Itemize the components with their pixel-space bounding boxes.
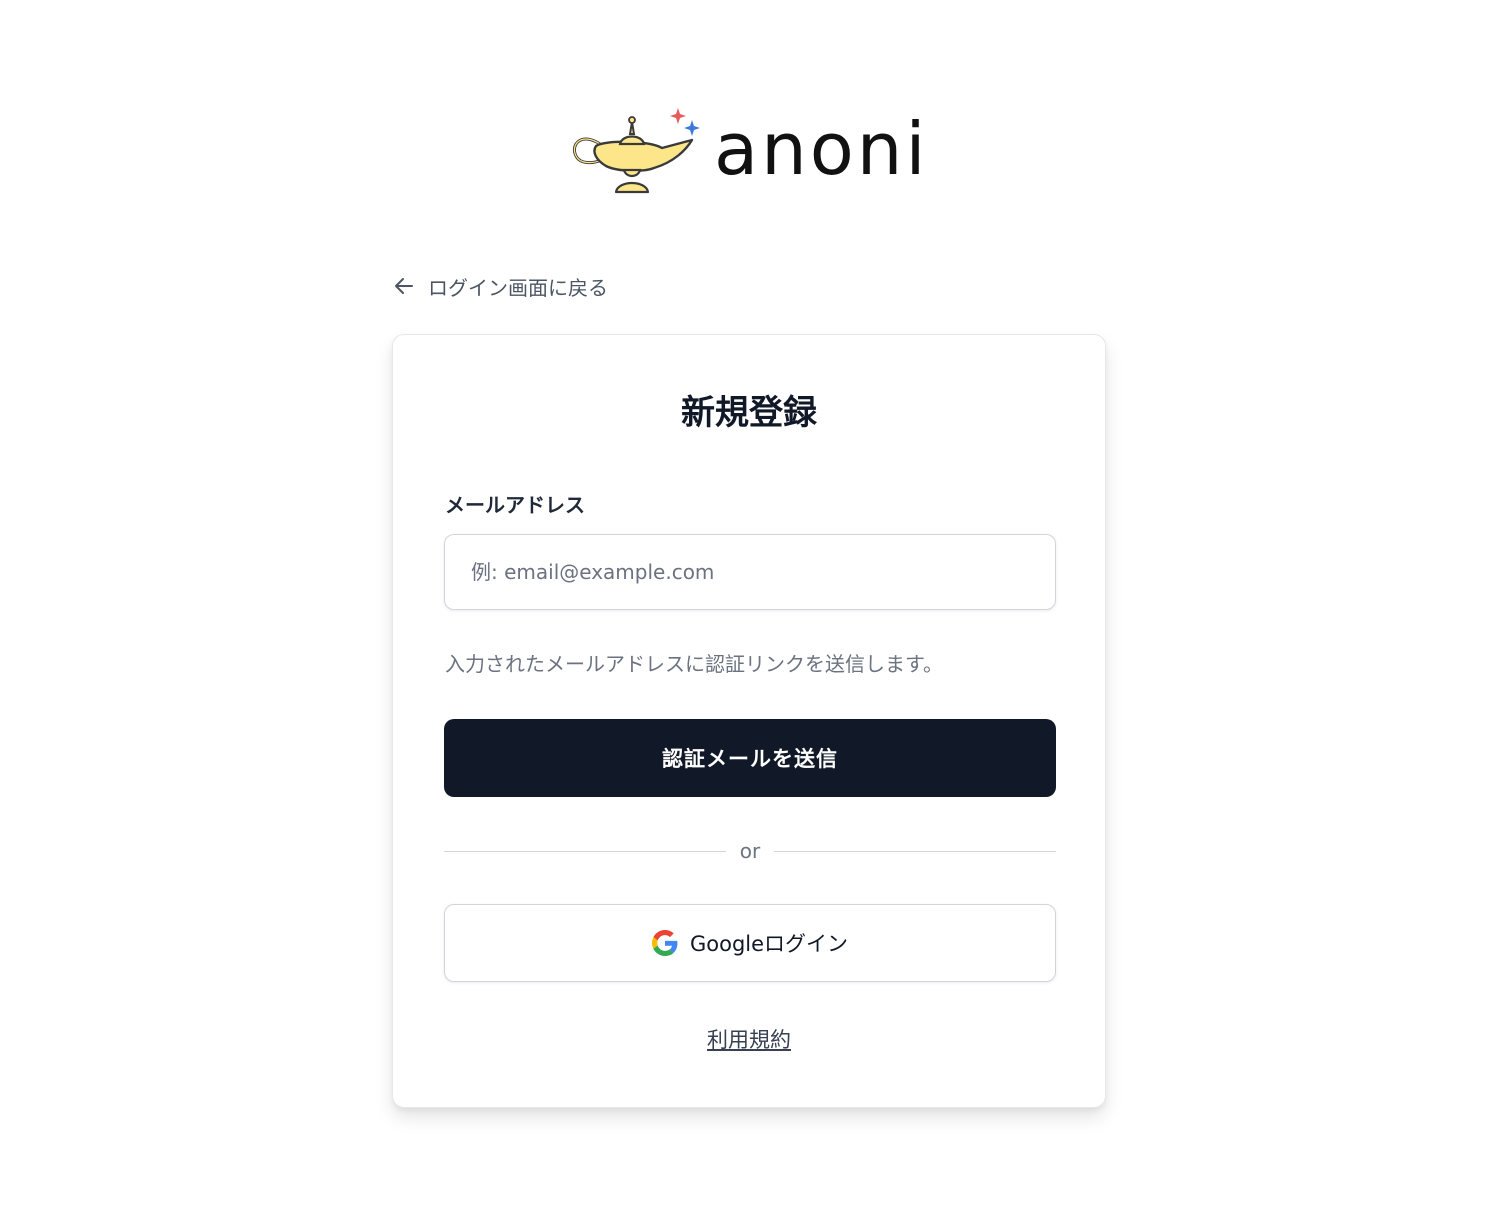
helper-text: 入力されたメールアドレスに認証リンクを送信します。 bbox=[445, 652, 943, 676]
divider-line-left bbox=[444, 850, 726, 852]
email-label: メールアドレス bbox=[445, 493, 585, 517]
terms-of-service-link[interactable]: 利用規約 bbox=[393, 1025, 1105, 1055]
brand-name: anoni bbox=[714, 107, 929, 191]
back-link-label: ログイン画面に戻る bbox=[428, 275, 608, 300]
google-icon bbox=[651, 930, 678, 956]
signup-card: 新規登録 メールアドレス 入力されたメールアドレスに認証リンクを送信します。 認… bbox=[392, 334, 1106, 1108]
google-login-label: Googleログイン bbox=[689, 932, 849, 956]
or-divider: or bbox=[444, 835, 1056, 867]
brand-logo: anoni bbox=[568, 104, 948, 204]
terms-link-label[interactable]: 利用規約 bbox=[707, 1028, 791, 1052]
divider-line-right bbox=[774, 850, 1056, 852]
page-title: 新規登録 bbox=[681, 393, 817, 433]
back-to-login-link[interactable]: ログイン画面に戻る bbox=[392, 271, 608, 301]
google-login-button[interactable]: Googleログイン bbox=[444, 904, 1056, 982]
arrow-left-icon bbox=[395, 278, 413, 294]
divider-text: or bbox=[739, 839, 761, 863]
send-verification-button[interactable]: 認証メールを送信 bbox=[444, 719, 1056, 797]
magic-lamp-icon bbox=[573, 108, 700, 194]
email-field[interactable] bbox=[444, 534, 1056, 610]
